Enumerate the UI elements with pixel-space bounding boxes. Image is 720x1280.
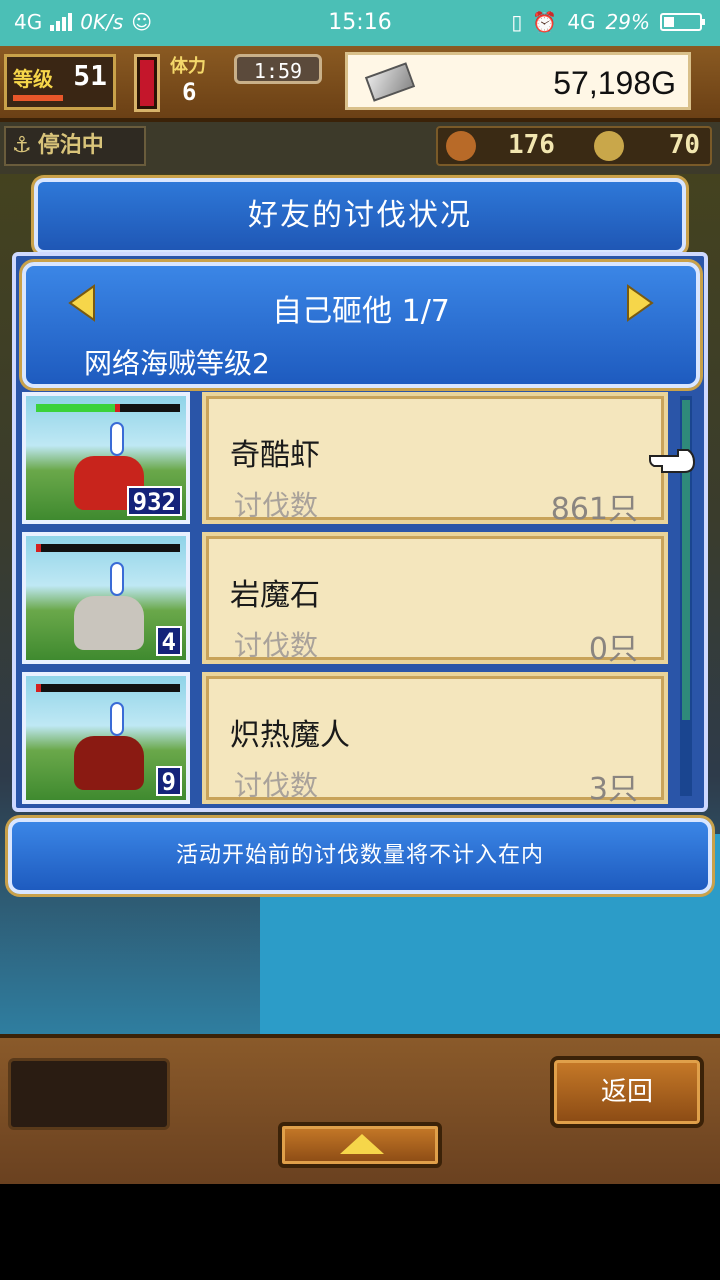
monster-info-card: 岩魔石 讨伐数 0只 xyxy=(202,532,668,667)
friend-name: 自己砸他 1/7 xyxy=(272,294,450,329)
hp-bar xyxy=(36,404,180,412)
list-item[interactable]: 9 炽热魔人 讨伐数 3只 xyxy=(22,672,672,807)
modal-title-bar: 好友的讨伐状况 xyxy=(34,178,686,254)
exclamation-icon xyxy=(110,702,124,736)
kill-count-value: 3只 xyxy=(588,772,638,807)
monster-info-card: 炽热魔人 讨伐数 3只 xyxy=(202,672,668,807)
kill-count-value: 861只 xyxy=(550,492,638,527)
empty-slot xyxy=(8,1058,170,1130)
pirate-level: 网络海贼等级2 xyxy=(84,347,270,380)
monster-list[interactable]: 932 奇酷虾 讨伐数 861只 4 岩魔石 讨伐数 0只 9 炽热魔人 讨伐数… xyxy=(22,392,672,807)
monster-info-card: 奇酷虾 讨伐数 861只 xyxy=(202,392,668,527)
exclamation-icon xyxy=(110,422,124,456)
monster-count: 9 xyxy=(155,766,182,796)
hp-bar xyxy=(36,684,180,692)
gold-panel: 57,198G xyxy=(345,52,691,110)
anchor-icon: ⚓ xyxy=(12,133,32,158)
chevron-up-icon xyxy=(340,1134,384,1154)
next-friend-button[interactable] xyxy=(622,284,656,322)
monster-name: 炽热魔人 xyxy=(230,718,350,753)
stamina-panel: 体力 6 xyxy=(170,52,230,112)
kill-count-label: 讨伐数 xyxy=(234,769,319,802)
notice-bar: 活动开始前的讨伐数量将不计入在内 xyxy=(8,818,712,894)
secondary-hud: ⚓ 停泊中 176 70 xyxy=(0,122,720,174)
monster-count: 4 xyxy=(155,626,182,656)
battery-percent: 29% xyxy=(605,10,650,34)
battery-icon xyxy=(660,13,705,31)
back-button[interactable]: 返回 xyxy=(550,1056,704,1128)
coin-icon xyxy=(594,131,624,161)
monster-thumbnail: 932 xyxy=(22,392,190,524)
vibrate-icon: ▯ xyxy=(511,10,523,34)
resource-panel: 176 70 xyxy=(436,126,712,166)
list-item[interactable]: 4 岩魔石 讨伐数 0只 xyxy=(22,532,672,667)
monster-thumbnail: 4 xyxy=(22,532,190,664)
modal-title: 好友的讨伐状况 xyxy=(248,198,472,233)
network-type-right: 4G xyxy=(567,10,596,34)
kill-count-label: 讨伐数 xyxy=(234,489,319,522)
anchor-status-badge[interactable]: ⚓ 停泊中 xyxy=(4,126,146,166)
stamina-timer: 1:59 xyxy=(234,54,322,84)
gold-value: 57,198G xyxy=(553,65,676,101)
hp-fill xyxy=(36,404,116,412)
level-panel: 等级 51 xyxy=(4,54,116,110)
list-item[interactable]: 932 奇酷虾 讨伐数 861只 xyxy=(22,392,672,527)
status-bar: 4G 0K/s ☺ 15:16 ▯ ⏰ 4G 29% xyxy=(0,0,720,46)
chevron-right-icon xyxy=(627,284,654,322)
kill-count-label: 讨伐数 xyxy=(234,629,319,662)
kill-count-value: 0只 xyxy=(588,632,638,667)
stamina-value: 6 xyxy=(182,78,197,106)
resource-2-value: 70 xyxy=(668,130,700,160)
level-label: 等级 xyxy=(13,67,53,91)
food-icon xyxy=(446,131,476,161)
alarm-icon: ⏰ xyxy=(532,10,558,34)
level-value: 51 xyxy=(73,59,107,92)
flame-demon-monster-icon xyxy=(74,736,144,790)
monster-name: 岩魔石 xyxy=(230,578,320,613)
silver-bar-icon xyxy=(364,62,416,102)
exclamation-icon xyxy=(110,562,124,596)
notice-text: 活动开始前的讨伐数量将不计入在内 xyxy=(175,843,544,868)
resource-1-value: 176 xyxy=(508,130,555,160)
monster-count: 932 xyxy=(126,486,182,516)
monster-name: 奇酷虾 xyxy=(230,438,320,473)
level-exp-bar xyxy=(13,95,63,101)
hp-bar xyxy=(36,544,180,552)
friend-header: 自己砸他 1/7 网络海贼等级2 xyxy=(22,262,700,388)
pointing-hand-icon xyxy=(649,449,696,473)
stamina-gauge xyxy=(134,54,160,112)
anchor-status-label: 停泊中 xyxy=(37,133,104,158)
expand-menu-button[interactable] xyxy=(278,1122,442,1168)
bottom-bar: 返回 xyxy=(0,1034,720,1184)
game-hud: 等级 51 体力 6 1:59 57,198G xyxy=(0,46,720,122)
monster-thumbnail: 9 xyxy=(22,672,190,804)
stamina-label: 体力 xyxy=(170,56,206,77)
rock-monster-icon xyxy=(74,596,144,650)
